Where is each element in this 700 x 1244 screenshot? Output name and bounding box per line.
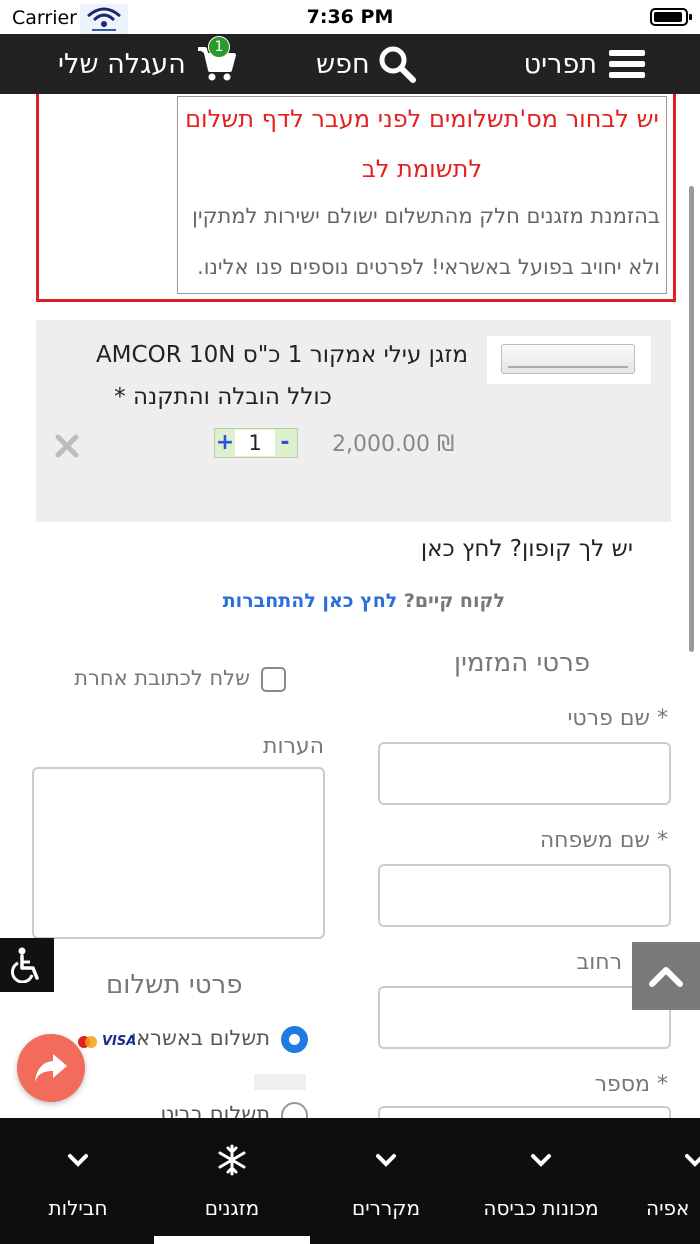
notice-attention: לתשומת לב [361,155,483,183]
first-name-field[interactable] [378,742,671,805]
bit-radio[interactable] [281,1102,308,1118]
ship-other-checkbox[interactable] [261,667,286,692]
clock: 7:36 PM [306,6,394,28]
bottom-category-nav: חבילות מזגנים מקררים מכונות כביסה אפיה [0,1118,700,1244]
scrollbar[interactable] [689,186,694,652]
product-title[interactable]: מזגן עילי אמקור 1 כ"ס AMCOR 10N [58,342,468,368]
nav-item-packages[interactable]: חבילות [20,1118,136,1244]
notice-box: יש לבחור מס'תשלומים לפני מעבר לדף תשלום … [177,96,667,294]
cart-item: מזגן עילי אמקור 1 כ"ס AMCOR 10N כולל הוב… [36,320,671,522]
product-price: 2,000.00 ₪ [332,432,455,457]
amex-icon [254,1074,306,1090]
product-subtitle: כולל הובלה והתקנה * [114,384,332,410]
nav-item-air-conditioners[interactable]: מזגנים [172,1118,292,1244]
credit-label: תשלום באשראי [131,1026,270,1050]
snowflake-icon [172,1142,292,1178]
battery-icon [650,8,692,26]
coupon-link[interactable]: יש לך קופון? לחץ כאן [300,536,633,562]
last-name-field[interactable] [378,864,671,927]
remove-item-button[interactable] [54,432,80,467]
scroll-to-top-button[interactable] [632,942,700,1010]
bit-label: תשלום בביט [160,1102,270,1118]
login-prefix: לקוח קיים? [403,590,505,612]
hamburger-icon [609,50,645,78]
street-label: רחוב [576,950,622,975]
ship-to-different-address[interactable]: שלח לכתובת אחרת [70,664,288,696]
street-field[interactable] [378,986,671,1049]
share-button[interactable] [17,1034,85,1102]
share-arrow-icon [35,1054,67,1082]
product-image[interactable] [487,336,651,384]
accessibility-button[interactable] [0,938,54,992]
nav-label: חבילות [48,1196,108,1220]
wheelchair-icon [10,947,39,983]
first-name-label: * שם פרטי [567,706,668,731]
payment-heading: פרטי תשלום [106,970,243,1000]
nav-label: מכונות כביסה [483,1196,599,1220]
cart-button[interactable]: העגלה שלי 1 [58,34,238,94]
close-icon [55,434,79,458]
search-button[interactable]: חפש [316,34,416,94]
menu-label: תפריט [523,48,597,80]
cart-count-badge: 1 [208,36,230,58]
payment-option-credit[interactable]: תשלום באשראי [131,1024,310,1056]
quantity-input[interactable]: 1 [235,430,275,456]
payment-notice: יש לבחור מס'תשלומים לפני מעבר לדף תשלום … [36,94,676,302]
login-link[interactable]: לחץ כאן להתחברות [223,590,398,612]
qty-plus-button[interactable]: + [215,430,235,456]
nav-label: מקררים [351,1196,421,1220]
notes-textarea[interactable] [32,767,325,939]
last-name-label: * שם משפחה [539,828,668,853]
ship-other-label: שלח לכתובת אחרת [74,666,250,690]
status-bar: Carrier 7:36 PM [0,0,700,34]
top-nav: תפריט חפש העגלה שלי 1 [0,34,700,94]
air-conditioner-image [501,344,635,374]
quantity-stepper: + 1 - [214,428,298,458]
notice-text-1: בהזמנת מזגנים חלק מהתשלום ישולם ישירות ל… [192,204,660,228]
nav-item-washing-machines[interactable]: מכונות כביסה [470,1118,612,1244]
payment-option-bit[interactable]: תשלום בביט [140,1100,310,1118]
search-label: חפש [316,48,370,80]
cart-label: העגלה שלי [58,48,186,80]
chevron-down-icon [640,1142,700,1178]
login-prompt: לקוח קיים? לחץ כאן להתחברות [150,590,505,612]
billing-heading: פרטי המזמין [454,648,591,678]
visa-icon: VISA [102,1034,137,1049]
nav-item-refrigerators[interactable]: מקררים [330,1118,442,1244]
search-icon [379,46,416,83]
notice-text-2: ולא יחויב בפועל באשראי! לפרטים נוספים פנ… [197,255,660,279]
house-number-label: * מספר [594,1072,668,1097]
card-logos-icon: VISA [78,1032,137,1052]
nav-label: מזגנים [204,1196,260,1220]
chevron-up-icon [649,967,683,987]
chevron-down-icon [470,1142,612,1178]
chevron-down-icon [20,1142,136,1178]
menu-button[interactable]: תפריט [524,34,645,94]
credit-radio[interactable] [281,1026,308,1053]
qty-minus-button[interactable]: - [275,430,295,456]
chevron-down-icon [330,1142,442,1178]
notice-warning: יש לבחור מס'תשלומים לפני מעבר לדף תשלום [185,105,659,133]
notes-label: הערות [262,734,324,759]
nav-item-baking[interactable]: אפיה [640,1118,700,1244]
active-nav-indicator [154,1236,310,1244]
nav-label: אפיה [646,1196,690,1220]
